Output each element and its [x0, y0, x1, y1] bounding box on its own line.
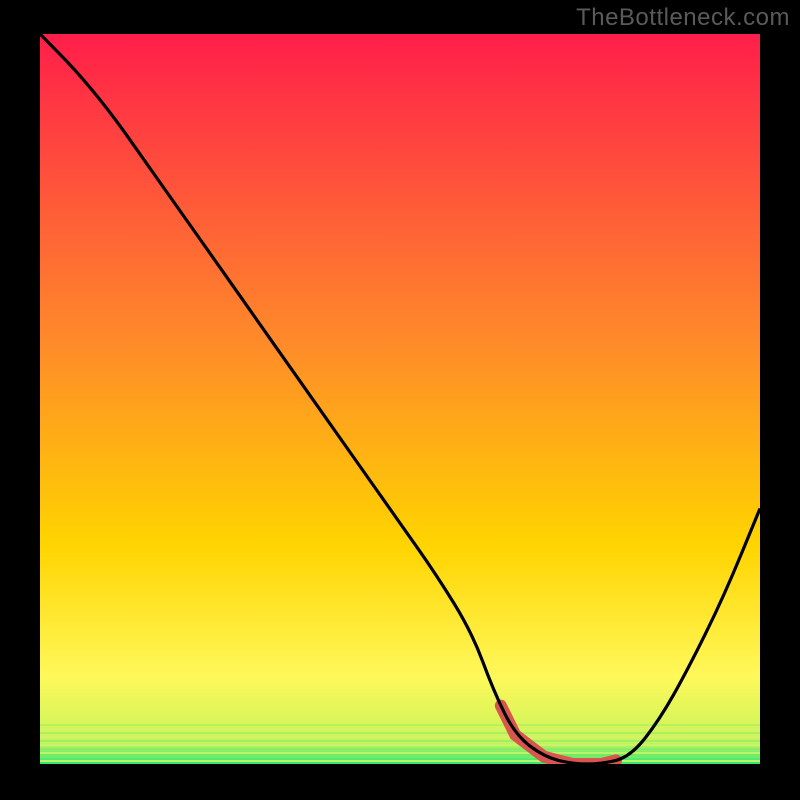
stripe [40, 740, 760, 742]
stripe [40, 732, 760, 734]
watermark-text: TheBottleneck.com [576, 4, 790, 32]
stripe [40, 736, 760, 738]
stripe [40, 724, 760, 726]
stripe [40, 752, 760, 754]
stripe [40, 744, 760, 746]
chart-svg [40, 34, 760, 764]
gradient-bg [40, 34, 760, 764]
stripe [40, 756, 760, 758]
plot-area [40, 34, 760, 764]
chart-frame: TheBottleneck.com [0, 0, 800, 800]
stripe [40, 760, 760, 762]
stripe [40, 748, 760, 750]
